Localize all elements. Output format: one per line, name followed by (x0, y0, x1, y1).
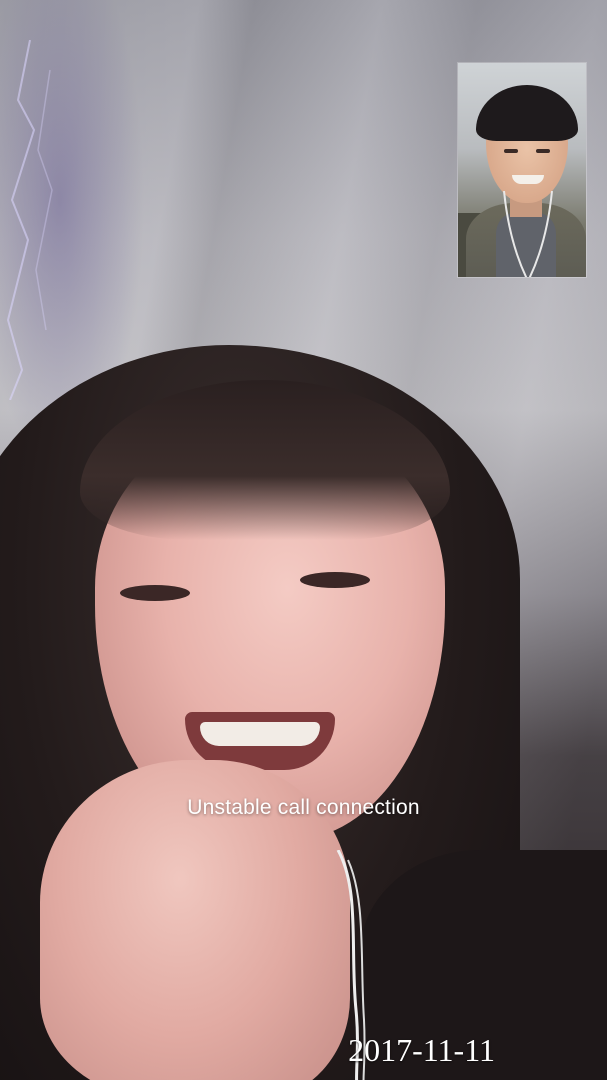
person-eye-right (300, 572, 370, 588)
person-eye-left (120, 585, 190, 601)
self-view-earphone-cord (503, 191, 553, 277)
self-view-eye-left (504, 149, 518, 153)
self-view-smile (512, 175, 544, 184)
person-teeth (200, 722, 320, 746)
call-status-message: Unstable call connection (187, 796, 420, 819)
date-stamp: 2017-11-11 (348, 1032, 495, 1068)
self-view-hair (476, 85, 578, 141)
self-view-eye-right (536, 149, 550, 153)
self-view-thumbnail[interactable] (458, 63, 586, 277)
video-call-screen: Unstable call connection 2017-11-11 (0, 0, 607, 1080)
lightning-decoration (6, 40, 53, 400)
